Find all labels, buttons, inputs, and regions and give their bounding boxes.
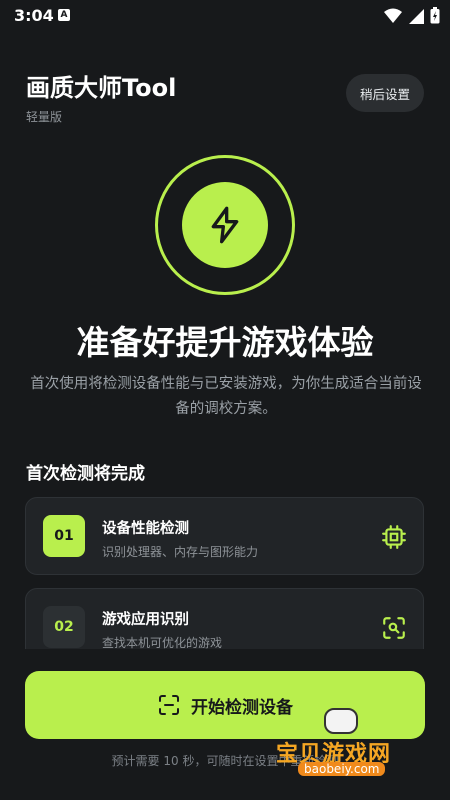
step-title: 设备性能检测 — [102, 521, 189, 537]
step-desc: 查找本机可优化的游戏 — [102, 636, 223, 649]
section-title: 首次检测将完成 — [26, 464, 145, 484]
step-title: 游戏应用识别 — [102, 612, 189, 628]
hero-badge — [182, 182, 268, 268]
watermark-url: baobeiy.com — [298, 762, 386, 776]
step-desc: 识别处理器、内存与图形能力 — [102, 545, 259, 559]
app-title: 画质大师Tool — [26, 74, 177, 102]
status-bar: 3:04 A — [0, 0, 450, 32]
scan-frame-icon — [159, 695, 179, 715]
notification-icon: A — [58, 9, 70, 21]
step-card-games: 02 游戏应用识别 查找本机可优化的游戏 — [25, 588, 424, 649]
headline: 准备好提升游戏体验 — [76, 323, 374, 362]
watermark: 宝贝游戏网 baobeiy.com — [276, 706, 426, 782]
chip-icon — [382, 525, 406, 549]
scan-search-icon — [383, 617, 405, 639]
step-card-device: 01 设备性能检测 识别处理器、内存与图形能力 — [25, 497, 424, 575]
set-later-button[interactable]: 稍后设置 — [346, 74, 424, 112]
app-subtitle: 轻量版 — [26, 110, 63, 124]
steps-list[interactable]: 01 设备性能检测 识别处理器、内存与图形能力 02 游戏应用识别 查找本机可优… — [0, 497, 450, 649]
signal-icon — [409, 8, 424, 24]
status-time: 3:04 — [14, 6, 54, 25]
battery-icon — [430, 7, 440, 24]
wifi-icon — [384, 8, 402, 23]
step-number: 02 — [43, 606, 85, 648]
lightning-bolt-icon — [211, 206, 239, 244]
status-icons — [384, 7, 440, 24]
step-number: 01 — [43, 515, 85, 557]
gamepad-logo-icon — [324, 708, 358, 734]
description: 首次使用将检测设备性能与已安装游戏，为你生成适合当前设备的调校方案。 — [30, 376, 422, 417]
